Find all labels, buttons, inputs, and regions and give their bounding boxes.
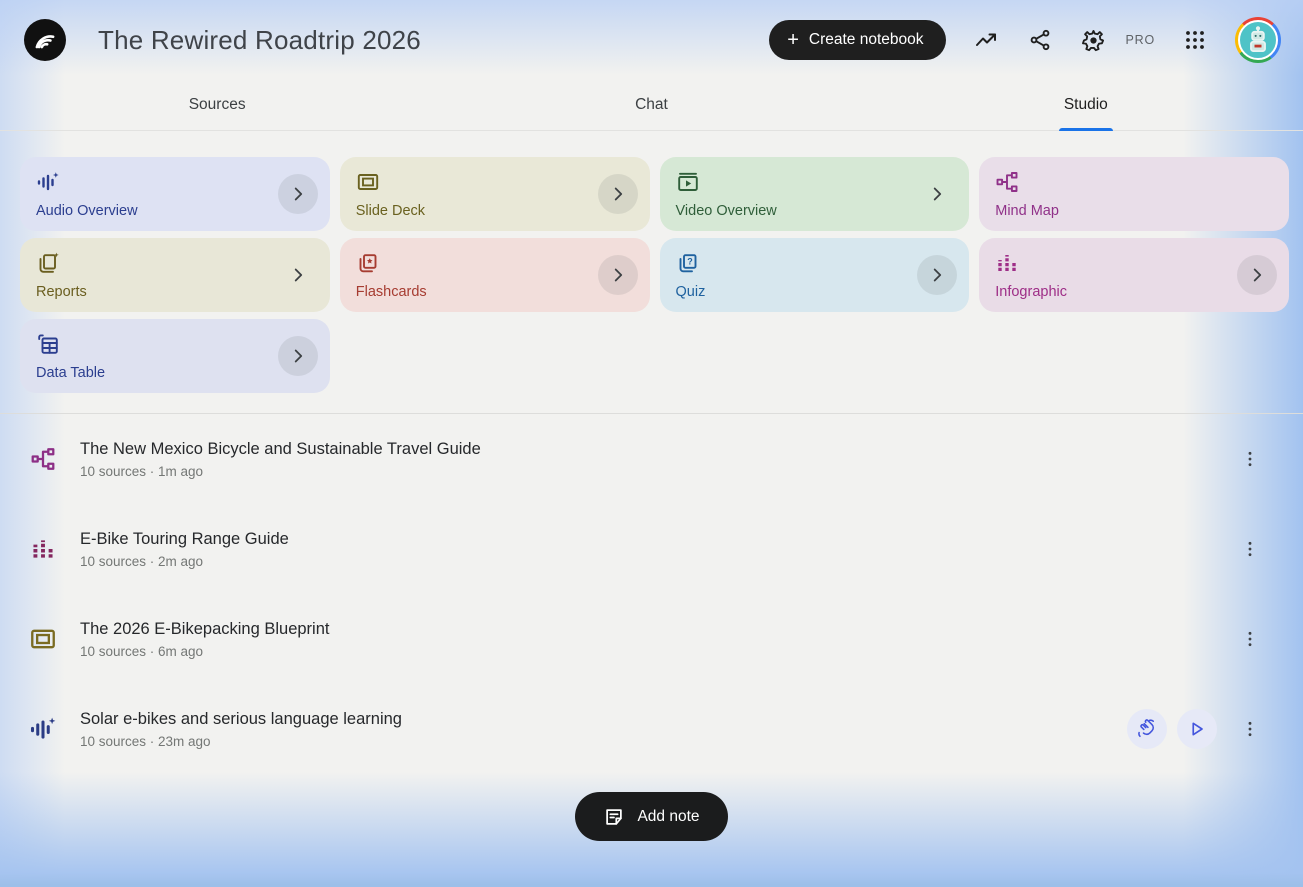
artifact-meta: 10 sources · 2m ago	[80, 553, 204, 569]
card-label: Video Overview	[675, 203, 777, 219]
more-options-kebab-icon[interactable]	[1233, 622, 1267, 656]
tab-studio[interactable]: Studio	[869, 80, 1303, 130]
card-reports[interactable]: Reports	[20, 238, 330, 312]
interactive-mode-hand-icon[interactable]	[1127, 709, 1167, 749]
play-icon[interactable]	[1177, 709, 1217, 749]
card-video-overview[interactable]: Video Overview	[659, 157, 970, 231]
note-icon	[606, 808, 623, 825]
more-options-kebab-icon[interactable]	[1233, 442, 1267, 476]
main-tabs: Sources Chat Studio	[0, 80, 1303, 131]
card-mind-map[interactable]: Mind Map	[979, 157, 1289, 231]
artifact-actions	[1227, 622, 1267, 656]
chevron-right-icon[interactable]	[597, 174, 638, 214]
card-infographic[interactable]: Infographic	[979, 238, 1289, 312]
mind-map-nodes-icon	[28, 444, 58, 474]
report-doc-sparkle-icon	[39, 252, 59, 273]
artifact-text: E-Bike Touring Range Guide 10 sources · …	[80, 530, 1227, 569]
table-grid-icon	[38, 334, 58, 354]
card-audio-overview[interactable]: Audio Overview	[20, 157, 330, 231]
video-player-icon	[677, 172, 698, 191]
tab-studio-label: Studio	[1063, 96, 1108, 113]
notebook-title[interactable]: The Rewired Roadtrip 2026	[98, 25, 769, 56]
artifact-text: Solar e-bikes and serious language learn…	[80, 710, 1127, 749]
slide-frame-icon	[357, 174, 378, 190]
pro-badge: PRO	[1125, 33, 1155, 47]
footer: Add note	[0, 774, 1303, 841]
card-label: Data Table	[36, 365, 106, 381]
audio-waveform-sparkle-icon	[28, 714, 58, 744]
more-options-kebab-icon[interactable]	[1233, 712, 1267, 746]
card-quiz[interactable]: ? Quiz	[659, 238, 970, 312]
tab-sources[interactable]: Sources	[0, 80, 434, 130]
artifact-list: The New Mexico Bicycle and Sustainable T…	[0, 414, 1303, 774]
artifact-title: Solar e-bikes and serious language learn…	[80, 709, 402, 728]
more-options-kebab-icon[interactable]	[1233, 532, 1267, 566]
slide-frame-icon	[28, 624, 58, 654]
tab-chat-label: Chat	[635, 96, 668, 113]
chevron-right-icon[interactable]	[597, 255, 638, 295]
create-notebook-label: Create notebook	[808, 31, 924, 48]
card-label: Flashcards	[355, 284, 427, 300]
card-star-icon	[359, 254, 377, 273]
header-actions: + Create notebook PRO	[769, 17, 1281, 63]
avatar-robot-image	[1238, 20, 1278, 60]
analytics-trending-icon[interactable]	[972, 26, 1000, 54]
artifact-meta: 10 sources · 6m ago	[80, 643, 204, 659]
bar-chart-icon	[998, 255, 1016, 271]
audio-waveform-sparkle-icon	[37, 172, 59, 191]
studio-panel: Audio Overview Slide Deck Video Overview…	[0, 131, 1303, 414]
artifact-meta: 10 sources · 23m ago	[80, 733, 211, 749]
header: The Rewired Roadtrip 2026 + Create noteb…	[0, 0, 1303, 80]
artifact-actions	[1227, 442, 1267, 476]
chevron-right-icon[interactable]	[917, 174, 957, 214]
share-icon[interactable]	[1026, 26, 1054, 54]
chevron-right-icon[interactable]	[277, 174, 318, 214]
create-notebook-button[interactable]: + Create notebook	[769, 20, 946, 60]
card-label: Quiz	[675, 284, 706, 300]
tab-sources-label: Sources	[188, 96, 246, 113]
chevron-right-icon[interactable]	[277, 336, 318, 376]
google-apps-grid-icon[interactable]	[1181, 26, 1209, 54]
mind-map-nodes-icon	[996, 172, 1018, 192]
add-note-button[interactable]: Add note	[575, 792, 728, 841]
artifact-text: The New Mexico Bicycle and Sustainable T…	[80, 440, 1227, 479]
card-data-table[interactable]: Data Table	[20, 319, 330, 393]
settings-gear-icon[interactable]	[1080, 26, 1108, 54]
tab-chat[interactable]: Chat	[434, 80, 868, 130]
notebooklm-logo-icon[interactable]	[24, 19, 66, 61]
studio-cards-grid: Audio Overview Slide Deck Video Overview…	[20, 157, 1289, 393]
plus-icon: +	[787, 29, 799, 51]
notebooklm-page: The Rewired Roadtrip 2026 + Create noteb…	[0, 0, 1303, 887]
artifact-row-slide-deck[interactable]: The 2026 E-Bikepacking Blueprint 10 sour…	[0, 594, 1303, 684]
chevron-right-icon[interactable]	[1237, 255, 1277, 295]
artifact-actions	[1127, 709, 1267, 749]
svg-text:?: ?	[687, 257, 693, 267]
chevron-right-icon[interactable]	[917, 255, 958, 295]
add-note-label: Add note	[637, 807, 700, 825]
card-slide-deck[interactable]: Slide Deck	[339, 157, 650, 231]
artifact-actions	[1227, 532, 1267, 566]
artifact-row-infographic[interactable]: E-Bike Touring Range Guide 10 sources · …	[0, 504, 1303, 594]
card-label: Audio Overview	[36, 203, 138, 219]
card-question-icon: ?	[679, 254, 696, 273]
card-label: Slide Deck	[355, 203, 426, 219]
card-label: Reports	[36, 284, 87, 300]
artifact-text: The 2026 E-Bikepacking Blueprint 10 sour…	[80, 620, 1227, 659]
artifact-meta: 10 sources · 1m ago	[80, 463, 204, 479]
user-avatar[interactable]	[1235, 17, 1281, 63]
artifact-title: The New Mexico Bicycle and Sustainable T…	[80, 439, 481, 458]
chevron-right-icon[interactable]	[278, 255, 318, 295]
artifact-title: E-Bike Touring Range Guide	[80, 529, 289, 548]
artifact-title: The 2026 E-Bikepacking Blueprint	[80, 619, 330, 638]
card-flashcards[interactable]: Flashcards	[339, 238, 650, 312]
card-label: Infographic	[995, 284, 1067, 300]
artifact-row-audio-overview[interactable]: Solar e-bikes and serious language learn…	[0, 684, 1303, 774]
bar-chart-icon	[28, 534, 58, 564]
artifact-row-mind-map[interactable]: The New Mexico Bicycle and Sustainable T…	[0, 414, 1303, 504]
card-label: Mind Map	[995, 203, 1059, 219]
